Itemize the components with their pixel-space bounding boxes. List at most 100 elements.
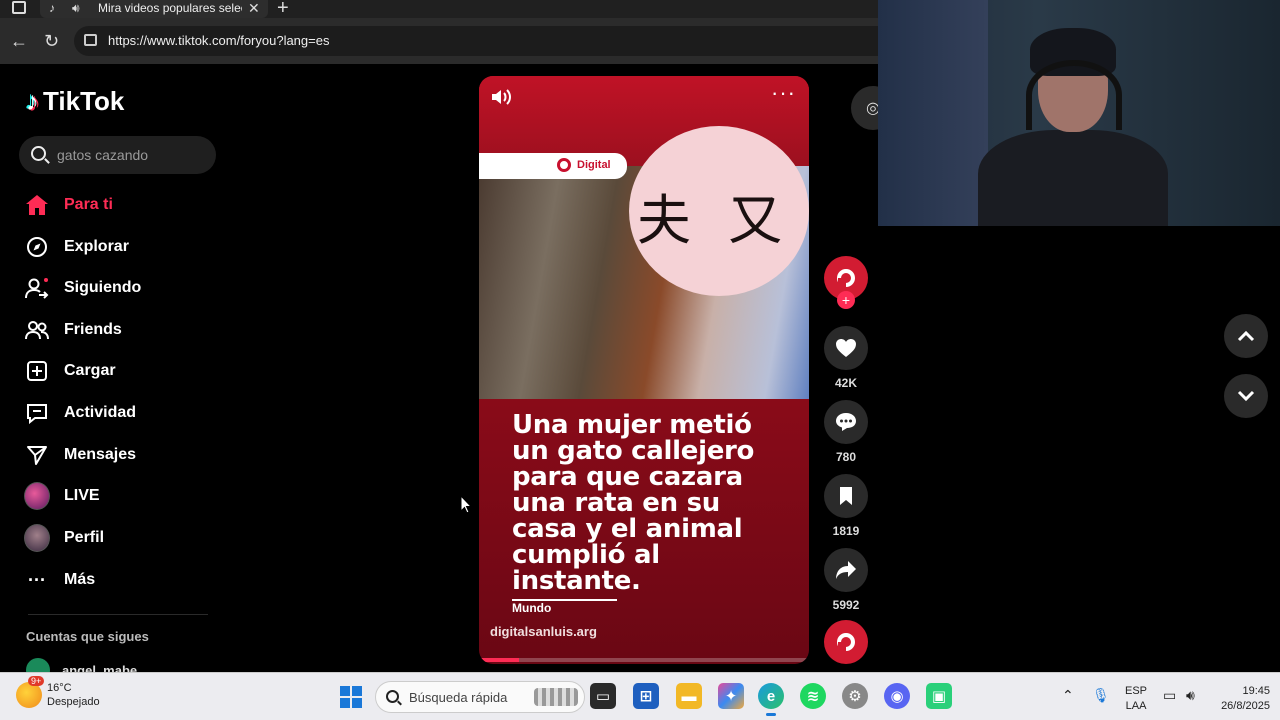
clock-time: 19:45 xyxy=(1242,685,1270,697)
tiktok-favicon-icon: ♪ xyxy=(49,1,55,15)
sidebar-item-explorar[interactable]: Explorar xyxy=(24,232,129,262)
follow-plus-icon[interactable]: + xyxy=(837,291,855,309)
taskbar-search-placeholder: Búsqueda rápida xyxy=(409,690,508,705)
sidebar-item-para-ti[interactable]: Para ti xyxy=(24,190,113,220)
sidebar-item-label: Cargar xyxy=(64,362,116,379)
video-more-options-icon[interactable]: ··· xyxy=(771,80,796,106)
tiktok-note-icon: ♪ xyxy=(26,86,39,116)
webcam-person-body xyxy=(978,130,1168,226)
keyboard-layout: LAA xyxy=(1125,700,1147,712)
file-explorer-icon[interactable]: ▬ xyxy=(676,683,702,709)
compass-icon xyxy=(24,234,50,260)
sidebar-item-cargar[interactable]: Cargar xyxy=(24,356,116,386)
task-view-icon[interactable]: ▭ xyxy=(590,683,616,709)
url-text[interactable]: https://www.tiktok.com/foryou?lang=es xyxy=(108,33,329,48)
start-button[interactable] xyxy=(340,686,362,708)
sidebar-item-siguiendo[interactable]: Siguiendo xyxy=(24,273,141,303)
following-section-title: Cuentas que sigues xyxy=(26,629,149,644)
sidebar-item-label: Siguiendo xyxy=(64,279,142,296)
sidebar-item-label: Para ti xyxy=(64,196,113,213)
new-tab-button[interactable]: + xyxy=(277,0,289,20)
friends-icon xyxy=(24,317,50,343)
volume-tray-icon[interactable]: 🔊︎ xyxy=(1186,687,1195,704)
search-icon[interactable] xyxy=(31,146,46,161)
comment-action[interactable]: 780 xyxy=(824,400,868,464)
microphone-icon[interactable]: 🎙︎ xyxy=(1092,687,1110,704)
window-menu-icon[interactable] xyxy=(12,1,26,14)
store-icon[interactable]: ⊞ xyxy=(633,683,659,709)
language-indicator[interactable]: ESP LAA xyxy=(1125,684,1147,714)
headphones-shape xyxy=(1026,60,1122,130)
browser-tab[interactable]: ♪ 🔊︎ Mira videos populares selecc ✕ xyxy=(40,0,268,18)
home-icon xyxy=(24,192,50,218)
video-headline: Una mujer metió un gato callejero para q… xyxy=(512,410,755,596)
share-icon[interactable] xyxy=(824,548,868,592)
edge-browser-icon[interactable]: e xyxy=(758,683,784,716)
video-player[interactable]: 夫 又 Digital ··· Una mujer metió un gato … xyxy=(479,76,809,664)
video-progress-fill xyxy=(479,658,519,662)
game-app-icon[interactable]: ▣ xyxy=(926,683,952,709)
sound-disc-button[interactable] xyxy=(824,620,868,664)
network-icon[interactable]: ▭ xyxy=(1163,687,1176,704)
comment-icon[interactable] xyxy=(824,400,868,444)
previous-video-button[interactable] xyxy=(1224,314,1268,358)
search-icon xyxy=(386,690,399,703)
music-disc-icon[interactable] xyxy=(824,620,868,664)
lock-icon xyxy=(84,34,97,46)
sidebar-item-label: LIVE xyxy=(64,487,100,504)
close-tab-icon[interactable]: ✕ xyxy=(248,0,260,17)
sidebar-item-live[interactable]: LIVE xyxy=(24,481,100,511)
like-action[interactable]: 42K xyxy=(824,326,868,390)
search-highlight-image xyxy=(534,688,578,706)
sidebar-item-perfil[interactable]: Perfil xyxy=(24,523,104,553)
save-count: 1819 xyxy=(832,524,860,538)
weather-badge: 9+ xyxy=(28,676,45,686)
live-avatar xyxy=(24,482,50,510)
tiktok-logo[interactable]: ♪ TikTok xyxy=(26,86,124,117)
windows-taskbar: 9+ 16°C Despejado Búsqueda rápida ▭ ⊞ ▬ … xyxy=(0,672,1280,720)
sidebar-item-mensajes[interactable]: Mensajes xyxy=(24,440,136,470)
back-icon[interactable]: ← xyxy=(10,31,28,52)
url-field[interactable]: https://www.tiktok.com/foryou?lang=es xyxy=(74,26,878,56)
sidebar-item-actividad[interactable]: Actividad xyxy=(24,398,136,428)
save-action[interactable]: 1819 xyxy=(824,474,868,538)
sidebar-item-label: Explorar xyxy=(64,238,129,255)
sidebar-item-friends[interactable]: Friends xyxy=(24,315,122,345)
search-input[interactable] xyxy=(57,136,207,174)
copilot-icon[interactable]: ✦ xyxy=(718,683,744,709)
browser-tab-bar: ♪ 🔊︎ Mira videos populares selecc ✕ + xyxy=(0,0,878,20)
video-progress-bar[interactable] xyxy=(479,658,809,662)
spotify-icon[interactable]: ≋ xyxy=(800,683,826,709)
bookmark-icon[interactable] xyxy=(824,474,868,518)
taskbar-search[interactable]: Búsqueda rápida xyxy=(375,681,585,713)
get-app-icon[interactable]: ◎ xyxy=(851,86,878,130)
sidebar-item-label: Mensajes xyxy=(64,446,137,463)
following-account-avatar xyxy=(26,658,50,672)
discord-icon[interactable]: ◉ xyxy=(884,683,910,709)
video-section-label: Mundo xyxy=(512,601,552,615)
volume-icon[interactable] xyxy=(491,88,513,111)
following-account-name: angel_mabe xyxy=(62,662,138,673)
following-account-item[interactable]: angel_mabe xyxy=(26,658,137,672)
settings-gear-icon[interactable]: ⚙ xyxy=(842,683,868,709)
search-box[interactable] xyxy=(19,136,216,174)
sidebar-item-label: Más xyxy=(64,571,96,588)
following-icon xyxy=(24,275,50,301)
tray-overflow-icon[interactable]: ⌃ xyxy=(1062,687,1074,704)
mouse-cursor-icon xyxy=(460,494,473,520)
sidebar-item-mas[interactable]: ··· Más xyxy=(24,565,95,595)
heart-icon[interactable] xyxy=(824,326,868,370)
tab-title: Mira videos populares selecc xyxy=(98,1,242,15)
like-count: 42K xyxy=(834,376,857,390)
reload-icon[interactable]: ↻ xyxy=(44,31,59,52)
weather-widget[interactable]: 9+ 16°C Despejado xyxy=(16,676,100,709)
activity-icon xyxy=(24,400,50,426)
next-video-button[interactable] xyxy=(1224,374,1268,418)
sidebar-item-label: Actividad xyxy=(64,404,137,421)
upload-icon xyxy=(24,358,50,384)
audio-playing-icon[interactable]: 🔊︎ xyxy=(72,1,80,16)
creator-avatar-button[interactable]: + xyxy=(824,256,868,309)
clock[interactable]: 19:45 26/8/2025 xyxy=(1214,684,1270,714)
share-action[interactable]: 5992 xyxy=(824,548,868,612)
sidebar-item-label: Perfil xyxy=(64,529,105,546)
